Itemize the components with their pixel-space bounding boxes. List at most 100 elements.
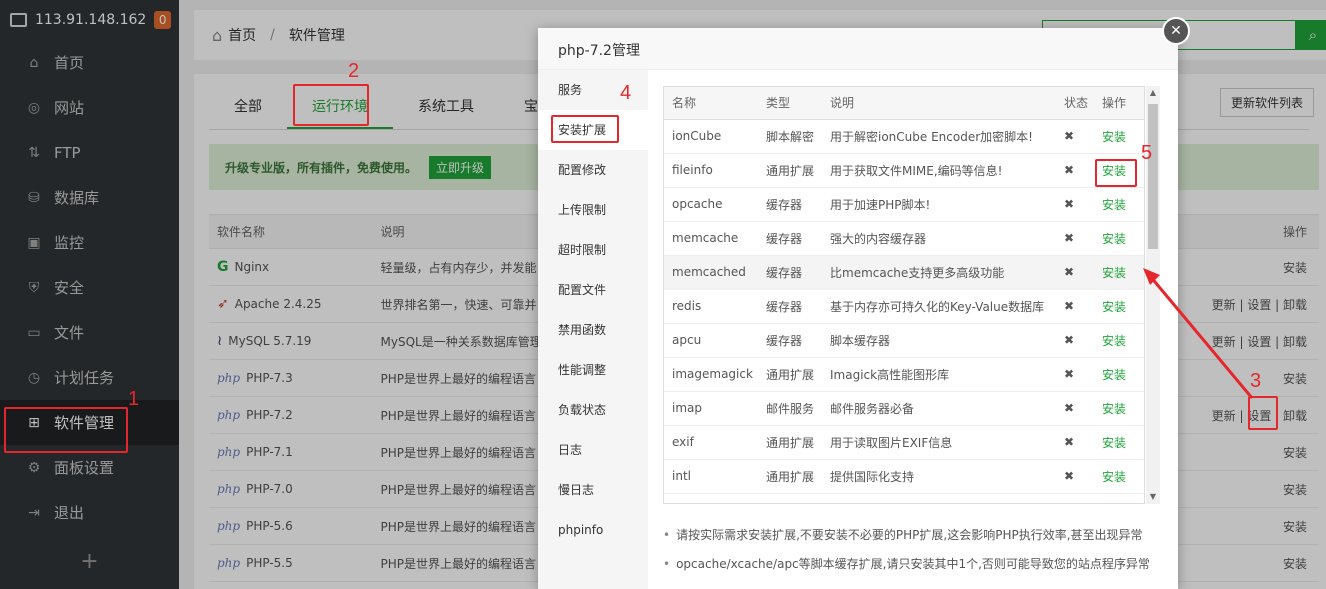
annotation-box-1 <box>4 407 128 453</box>
ext-name: memcached <box>664 255 758 290</box>
modal-nav-item[interactable]: 配置修改 <box>538 150 648 190</box>
modal-nav-item[interactable]: 服务 <box>538 70 648 110</box>
ext-name: memcache <box>664 221 758 256</box>
install-button[interactable]: 安装 <box>1094 187 1144 222</box>
scroll-down-icon[interactable]: ▼ <box>1146 490 1160 504</box>
extension-row: opcache 缓存器 用于加速PHP脚本! ✖ 安装 <box>664 187 1144 222</box>
ext-col-type: 类型 <box>758 87 822 120</box>
extension-table: 名称 类型 说明 状态 操作 ionCube 脚本解密 用于解密ionCube En… <box>664 87 1144 494</box>
ext-name: opcache <box>664 187 758 222</box>
status-x-icon: ✖ <box>1056 187 1094 222</box>
ext-name: imagemagick <box>664 357 758 392</box>
note-item: 请按实际需求安装扩展,不要安装不必要的PHP扩展,这会影响PHP执行效率,甚至出… <box>663 526 1150 543</box>
ext-col-op: 操作 <box>1094 87 1144 120</box>
extension-row: fileinfo 通用扩展 用于获取文件MIME,编码等信息! ✖ 安装 <box>664 153 1144 188</box>
ext-name: intl <box>664 459 758 494</box>
install-button[interactable]: 安装 <box>1094 289 1144 324</box>
annotation-number-1: 1 <box>128 388 140 410</box>
ext-type: 缓存器 <box>758 255 822 290</box>
install-button[interactable]: 安装 <box>1094 221 1144 256</box>
ext-desc: Imagick高性能图形库 <box>822 357 1056 392</box>
php-manage-modal: php-7.2管理 服务 安装扩展 配置修改 上传限制 超时限制 配置文件 禁用函数 性能调整… <box>538 28 1178 589</box>
extension-row: memcache 缓存器 强大的内容缓存器 ✖ 安装 <box>664 221 1144 256</box>
ext-type: 通用扩展 <box>758 153 822 188</box>
ext-name: exif <box>664 425 758 460</box>
modal-body: 名称 类型 说明 状态 操作 ionCube 脚本解密 用于解密ionCube En… <box>648 70 1178 589</box>
extension-row: redis 缓存器 基于内存亦可持久化的Key-Value数据库 ✖ 安装 <box>664 289 1144 324</box>
ext-desc: 基于内存亦可持久化的Key-Value数据库 <box>822 289 1056 324</box>
modal-title: php-7.2管理 <box>538 28 1178 70</box>
annotation-box-2 <box>293 84 369 126</box>
annotation-number-3: 3 <box>1250 370 1262 392</box>
modal-nav-item[interactable]: phpinfo <box>538 510 648 550</box>
ext-type: 通用扩展 <box>758 357 822 392</box>
install-button[interactable]: 安装 <box>1094 459 1144 494</box>
scroll-thumb[interactable] <box>1148 104 1158 249</box>
status-x-icon: ✖ <box>1056 357 1094 392</box>
ext-type: 缓存器 <box>758 323 822 358</box>
status-x-icon: ✖ <box>1056 459 1094 494</box>
scroll-up-icon[interactable]: ▲ <box>1146 86 1160 100</box>
extension-row: exif 通用扩展 用于读取图片EXIF信息 ✖ 安装 <box>664 425 1144 460</box>
extension-table-wrapper: 名称 类型 说明 状态 操作 ionCube 脚本解密 用于解密ionCube En… <box>663 86 1145 504</box>
status-x-icon: ✖ <box>1056 255 1094 290</box>
modal-nav-item[interactable]: 日志 <box>538 430 648 470</box>
ext-col-desc: 说明 <box>822 87 1056 120</box>
ext-type: 缓存器 <box>758 221 822 256</box>
extension-row: imagemagick 通用扩展 Imagick高性能图形库 ✖ 安装 <box>664 357 1144 392</box>
annotation-number-4: 4 <box>620 82 632 104</box>
annotation-number-5: 5 <box>1141 142 1153 164</box>
ext-name: fileinfo <box>664 153 758 188</box>
ext-type: 脚本解密 <box>758 119 822 154</box>
install-button[interactable]: 安装 <box>1094 323 1144 358</box>
annotation-box-5 <box>1095 159 1137 187</box>
ext-type: 缓存器 <box>758 289 822 324</box>
ext-type: 缓存器 <box>758 187 822 222</box>
ext-name: imap <box>664 391 758 426</box>
status-x-icon: ✖ <box>1056 119 1094 154</box>
ext-desc: 用于获取文件MIME,编码等信息! <box>822 153 1056 188</box>
modal-nav-item[interactable]: 负载状态 <box>538 390 648 430</box>
install-button[interactable]: 安装 <box>1094 255 1144 290</box>
ext-desc: 用于加速PHP脚本! <box>822 187 1056 222</box>
modal-nav-item[interactable]: 禁用函数 <box>538 310 648 350</box>
extension-row: imap 邮件服务 邮件服务器必备 ✖ 安装 <box>664 391 1144 426</box>
modal-nav-item[interactable]: 慢日志 <box>538 470 648 510</box>
annotation-box-3 <box>1248 396 1278 430</box>
extension-row: intl 通用扩展 提供国际化支持 ✖ 安装 <box>664 459 1144 494</box>
note-item: opcache/xcache/apc等脚本缓存扩展,请只安装其中1个,否则可能导… <box>663 555 1150 572</box>
install-button[interactable]: 安装 <box>1094 391 1144 426</box>
annotation-number-2: 2 <box>348 60 360 82</box>
close-icon[interactable]: ✕ <box>1162 17 1190 45</box>
ext-name: redis <box>664 289 758 324</box>
notes-list: 请按实际需求安装扩展,不要安装不必要的PHP扩展,这会影响PHP执行效率,甚至出… <box>663 526 1150 584</box>
ext-desc: 提供国际化支持 <box>822 459 1056 494</box>
annotation-box-4 <box>551 115 619 143</box>
ext-col-name: 名称 <box>664 87 758 120</box>
install-button[interactable]: 安装 <box>1094 357 1144 392</box>
status-x-icon: ✖ <box>1056 323 1094 358</box>
ext-col-status: 状态 <box>1056 87 1094 120</box>
extension-row: memcached 缓存器 比memcache支持更多高级功能 ✖ 安装 <box>664 255 1144 290</box>
extension-row: ionCube 脚本解密 用于解密ionCube Encoder加密脚本! ✖ 安装 <box>664 119 1144 154</box>
modal-nav-item[interactable]: 超时限制 <box>538 230 648 270</box>
status-x-icon: ✖ <box>1056 425 1094 460</box>
status-x-icon: ✖ <box>1056 391 1094 426</box>
ext-desc: 强大的内容缓存器 <box>822 221 1056 256</box>
extension-row: apcu 缓存器 脚本缓存器 ✖ 安装 <box>664 323 1144 358</box>
ext-desc: 用于读取图片EXIF信息 <box>822 425 1056 460</box>
status-x-icon: ✖ <box>1056 153 1094 188</box>
ext-desc: 脚本缓存器 <box>822 323 1056 358</box>
modal-nav-item[interactable]: 上传限制 <box>538 190 648 230</box>
modal-nav-item[interactable]: 性能调整 <box>538 350 648 390</box>
ext-name: apcu <box>664 323 758 358</box>
modal-nav: 服务 安装扩展 配置修改 上传限制 超时限制 配置文件 禁用函数 性能调整 负载状态 日志 慢日志 p… <box>538 70 648 589</box>
status-x-icon: ✖ <box>1056 221 1094 256</box>
ext-type: 通用扩展 <box>758 425 822 460</box>
ext-name: ionCube <box>664 119 758 154</box>
ext-desc: 邮件服务器必备 <box>822 391 1056 426</box>
install-button[interactable]: 安装 <box>1094 119 1144 154</box>
modal-nav-item[interactable]: 配置文件 <box>538 270 648 310</box>
install-button[interactable]: 安装 <box>1094 425 1144 460</box>
ext-type: 通用扩展 <box>758 459 822 494</box>
